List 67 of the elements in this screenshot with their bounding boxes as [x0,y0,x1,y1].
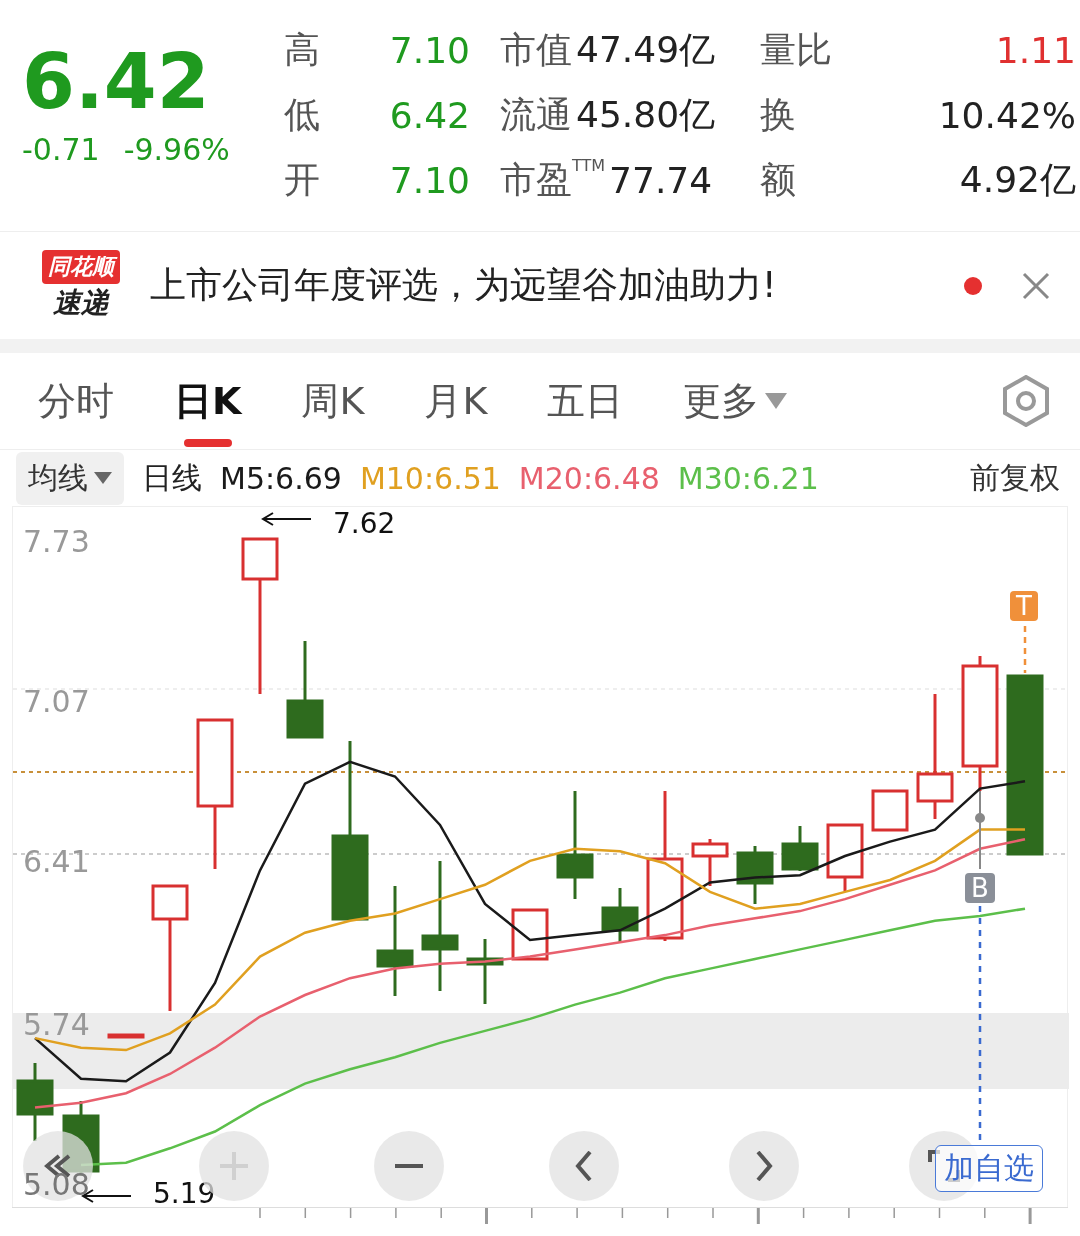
period-label: 日线 [142,458,202,497]
stat-label: 低 [284,93,321,137]
left-arrow [261,511,312,526]
stat-label: 开 [284,158,321,202]
stat-value: 7.10 [388,160,470,201]
price-axis-label: 7.07 [23,684,90,719]
stat-value: 6.42 [388,95,470,136]
price-axis-label: 5.74 [23,1007,90,1042]
candlestick [736,845,774,904]
candlestick [871,789,909,832]
period-tab[interactable]: 日K [174,353,242,450]
candlestick [781,825,819,871]
moving-average-value: M20:6.48 [518,460,660,496]
marker-line [1023,625,1027,673]
sell-marker: T [1010,590,1038,621]
current-price: 6.42 [22,36,211,128]
price-axis-label: 5.08 [23,1167,90,1202]
moving-average-value: M10:6.51 [359,460,501,496]
minus-icon [395,1163,423,1168]
stat-value: 47.49亿 [576,28,716,72]
period-tab[interactable]: 五日 [547,353,624,450]
stat-label: 流通 [500,93,572,137]
stat-label: 市值 [500,28,572,72]
chevron-right-icon [755,1150,773,1181]
candlestick [107,1033,145,1039]
moving-average-value: M30:6.21 [677,460,819,496]
logo-badge: 同花顺 [42,249,120,284]
period-tab[interactable]: 更多 [683,353,788,450]
high-price-note: 7.62 [333,506,396,540]
price-axis-label: 6.41 [23,844,90,879]
logo-text: 速递 [53,284,109,321]
candlestick [601,887,639,943]
indicator-dropdown[interactable]: 均线 [16,451,124,505]
stat-value: 10.42% [937,95,1076,136]
stat-label: 量比 [760,28,833,72]
close-icon[interactable] [1022,271,1050,300]
stat-value: 1.11 [994,30,1076,71]
candlestick [826,823,864,891]
news-headline[interactable]: 上市公司年度评选，为远望谷加油助力! [150,261,964,311]
caret-icon [94,472,112,485]
period-tab[interactable]: 周K [301,353,365,450]
stat-value: 77.74 [609,160,713,201]
stat-value: 45.80亿 [576,93,716,137]
price-change: -0.71 [22,132,100,167]
moving-average-value: M5:6.69 [220,460,342,496]
adjust-button[interactable]: 前复权 [970,457,1060,499]
settings-icon[interactable] [1002,375,1050,428]
stat-label: 额 [760,158,797,202]
candlestick [691,838,729,886]
candlestick [466,938,504,1004]
stat-label: 市盈$^{TTM}$ [500,156,606,202]
chevron-left-icon [575,1150,593,1181]
plus-icon [220,1151,248,1180]
price-axis-label: 7.73 [23,524,90,559]
candlestick [511,908,549,961]
caret-icon [765,393,788,410]
stat-label: 高 [284,28,321,72]
percent-change: -9.96% [123,132,230,167]
tab-indicator [183,439,232,448]
add-to-watchlist-button[interactable]: 加自选 [935,1144,1043,1192]
low-price-note: 5.19 [153,1176,216,1210]
period-tab[interactable]: 月K [424,353,488,450]
stat-label: 换 [760,93,797,137]
stat-value: 4.92亿 [958,158,1076,202]
buy-marker: B [965,872,995,903]
period-tab[interactable]: 分时 [38,353,114,450]
stat-value: 7.10 [388,30,470,71]
